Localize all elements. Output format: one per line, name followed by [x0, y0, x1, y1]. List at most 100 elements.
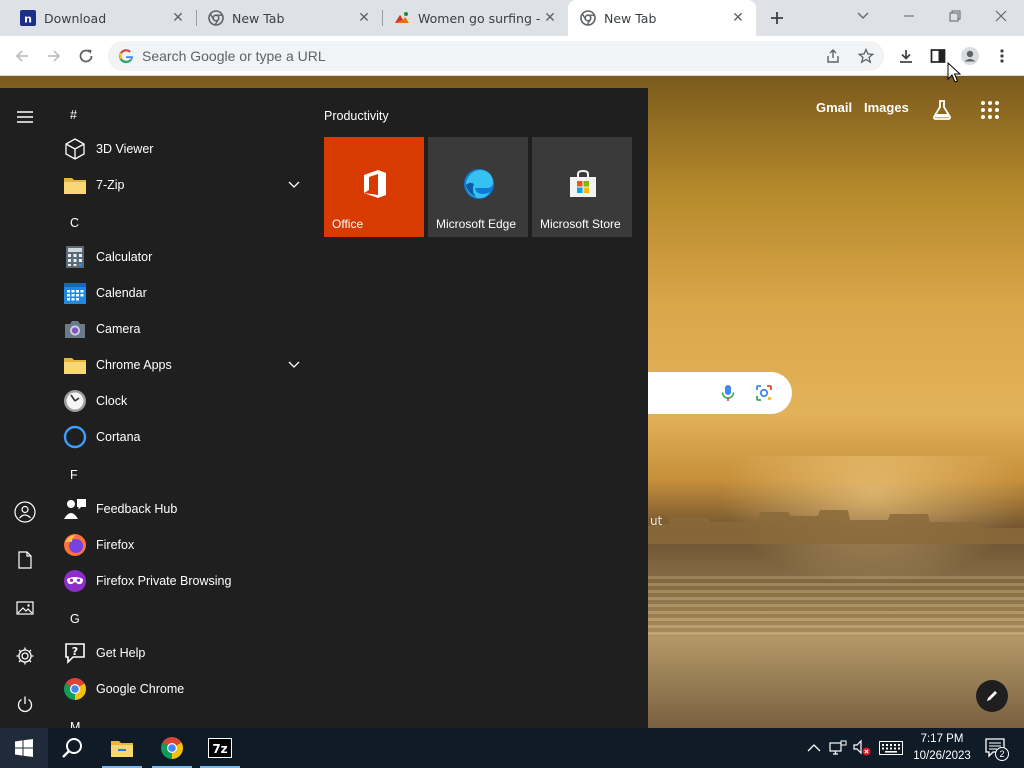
network-button[interactable] [828, 738, 848, 758]
tab-title: New Tab [604, 10, 657, 26]
tab-title: Download [44, 10, 107, 26]
app-item-calculator[interactable]: Calculator [50, 239, 310, 275]
close-tab-icon[interactable]: ✕ [354, 8, 374, 28]
chevron-up-icon [807, 744, 821, 752]
app-label: 7-Zip [96, 178, 125, 192]
keyboard-icon [879, 741, 903, 755]
tab-title: New Tab [232, 10, 285, 26]
reload-button[interactable] [72, 42, 100, 70]
taskbar: 7z 7:17 PM 10/26/2023 2 [0, 728, 1024, 768]
app-label: Chrome Apps [96, 358, 172, 372]
close-tab-icon[interactable]: ✕ [728, 8, 748, 28]
app-label: Firefox [96, 538, 135, 552]
app-folder-7-zip[interactable]: 7-Zip [50, 167, 310, 203]
tab-download[interactable]: n Download ✕ [8, 0, 196, 36]
feedback-icon [63, 497, 87, 521]
start-button[interactable] [0, 728, 48, 768]
app-item-clock[interactable]: Clock [50, 383, 310, 419]
taskbar-file-explorer[interactable] [98, 728, 146, 768]
volume-button[interactable] [852, 738, 872, 758]
app-item-3d-viewer[interactable]: 3D Viewer [50, 131, 310, 167]
chrome-menu-button[interactable] [988, 42, 1016, 70]
section-header-g[interactable]: G [70, 612, 80, 626]
office-icon [364, 170, 386, 198]
chevron-down-icon[interactable] [288, 179, 300, 191]
chevron-down-icon[interactable] [288, 359, 300, 371]
n-brand-icon: n [20, 10, 36, 26]
share-icon[interactable] [823, 46, 843, 66]
user-account-icon[interactable] [13, 500, 37, 524]
reload-icon [79, 49, 93, 63]
show-hidden-icons-button[interactable] [804, 738, 824, 758]
close-tab-icon[interactable]: ✕ [168, 8, 188, 28]
customize-button[interactable] [976, 680, 1008, 712]
microphone-icon[interactable] [718, 383, 738, 403]
private-browsing-icon [63, 569, 87, 593]
gmail-link[interactable]: Gmail [816, 100, 852, 115]
address-bar[interactable]: Search Google or type a URL [108, 41, 884, 71]
downloads-button[interactable] [892, 42, 920, 70]
images-link[interactable]: Images [864, 100, 909, 115]
tab-search-button[interactable] [840, 0, 886, 32]
close-tab-icon[interactable]: ✕ [540, 8, 560, 28]
svg-text:?: ? [72, 645, 78, 658]
lens-camera-icon[interactable] [754, 383, 774, 403]
section-header-hash[interactable]: # [70, 108, 77, 122]
close-window-button[interactable] [978, 0, 1024, 32]
app-item-cortana[interactable]: Cortana [50, 419, 310, 455]
power-icon[interactable] [13, 692, 37, 716]
chrome-icon [580, 10, 596, 26]
app-item-camera[interactable]: Camera [50, 311, 310, 347]
section-header-c[interactable]: C [70, 216, 79, 230]
app-folder-chrome-apps[interactable]: Chrome Apps [50, 347, 310, 383]
hamburger-menu-icon[interactable] [13, 105, 37, 129]
mouse-cursor-icon [947, 62, 961, 83]
avatar-icon [961, 47, 979, 65]
tile-label: Office [332, 217, 364, 231]
section-header-f[interactable]: F [70, 468, 78, 482]
taskbar-google-chrome[interactable] [148, 728, 196, 768]
app-item-google-chrome[interactable]: Google Chrome [50, 671, 310, 707]
omnibox-placeholder: Search Google or type a URL [142, 48, 326, 64]
app-item-get-help[interactable]: ? Get Help [50, 635, 310, 671]
app-item-firefox[interactable]: Firefox [50, 527, 310, 563]
svg-text:n: n [24, 13, 32, 26]
tiles-group-title[interactable]: Productivity [324, 109, 389, 123]
documents-icon[interactable] [13, 548, 37, 572]
tab-title: Women go surfing - Cl [418, 10, 540, 26]
camera-icon [63, 317, 87, 341]
minimize-button[interactable] [886, 0, 932, 32]
app-item-firefox-private-browsing[interactable]: Firefox Private Browsing [50, 563, 310, 599]
tile-office[interactable]: Office [324, 137, 424, 237]
bookmark-star-icon[interactable] [856, 46, 876, 66]
arrow-right-icon [48, 50, 61, 62]
start-menu: # 3D Viewer 7-Zip C Calculator Calendar … [0, 88, 648, 728]
action-center-button[interactable]: 2 [982, 738, 1010, 761]
new-tab-button[interactable] [764, 6, 790, 30]
app-item-calendar[interactable]: Calendar [50, 275, 310, 311]
pictures-icon[interactable] [13, 596, 37, 620]
tab-new-tab-1[interactable]: New Tab ✕ [196, 0, 382, 36]
section-header-m[interactable]: M [70, 720, 80, 728]
back-button[interactable] [8, 42, 36, 70]
tab-new-tab-active[interactable]: New Tab ✕ [568, 0, 756, 36]
search-button[interactable] [48, 728, 96, 768]
forward-button[interactable] [40, 42, 68, 70]
minimize-icon [904, 15, 914, 17]
tile-microsoft-edge[interactable]: Microsoft Edge [428, 137, 528, 237]
app-item-feedback-hub[interactable]: Feedback Hub [50, 491, 310, 527]
tile-microsoft-store[interactable]: Microsoft Store [532, 137, 632, 237]
touch-keyboard-button[interactable] [878, 738, 904, 758]
taskbar-clock[interactable]: 7:17 PM 10/26/2023 [910, 731, 974, 765]
help-icon: ? [63, 641, 87, 665]
network-icon [829, 740, 847, 755]
app-label: Cortana [96, 430, 141, 444]
search-icon [62, 738, 82, 758]
taskbar-7-zip[interactable]: 7z [196, 728, 244, 768]
restore-button[interactable] [932, 0, 978, 32]
labs-flask-icon[interactable] [930, 98, 954, 122]
settings-gear-icon[interactable] [13, 644, 37, 668]
google-apps-icon[interactable] [978, 98, 1002, 122]
tab-women-go-surfing[interactable]: Women go surfing - Cl ✕ [382, 0, 568, 36]
file-explorer-icon [111, 741, 133, 757]
